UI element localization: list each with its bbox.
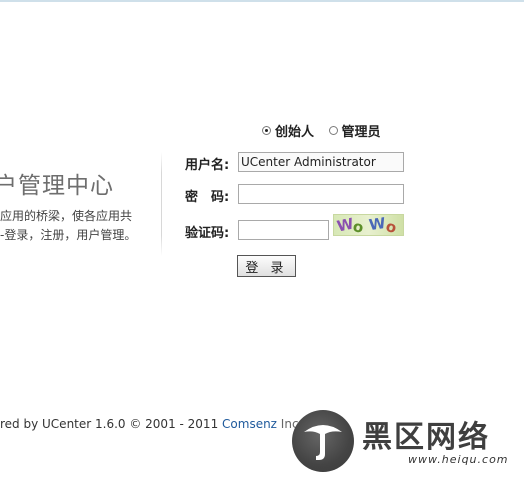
role-founder-label: 创始人 [275, 125, 315, 140]
password-input[interactable] [238, 184, 404, 204]
password-label: 密 码: [185, 190, 230, 205]
intro-description-line-2: -登录，注册，用户管理。 [0, 228, 137, 242]
login-button[interactable]: 登 录 [237, 255, 296, 277]
role-founder-radio[interactable]: 创始人 [262, 121, 314, 140]
captcha-label: 验证码: [185, 226, 230, 241]
footer-brand-link[interactable]: Comsenz [222, 417, 277, 431]
radio-unchecked-icon[interactable] [328, 126, 338, 135]
watermark-url: www.heiqu.com [408, 453, 509, 466]
intro-description-line-1: 应用的桥梁，使各应用共 [0, 209, 133, 223]
radio-checked-icon[interactable] [262, 126, 271, 135]
watermark-text: 黑区网络 [362, 420, 490, 455]
role-admin-radio[interactable]: 管理员 [328, 121, 381, 140]
captcha-input[interactable] [238, 220, 329, 240]
role-admin-label: 管理员 [341, 125, 381, 140]
top-border-line [0, 0, 524, 2]
captcha-char: o [383, 217, 399, 236]
footer-copyright: red by UCenter 1.6.0 © 2001 - 2011 Comse… [0, 417, 302, 431]
username-label: 用户名: [185, 158, 230, 173]
footer-text: red by UCenter 1.6.0 © 2001 - 2011 [0, 417, 223, 431]
role-selector: 创始人 管理员 [262, 121, 391, 140]
vertical-divider [161, 152, 162, 256]
intro-title: 户管理中心 [0, 173, 114, 199]
captcha-char: o [351, 217, 365, 236]
captcha-image[interactable]: W o W o [333, 214, 404, 236]
username-input[interactable] [238, 152, 404, 172]
heiqu-logo-icon [292, 410, 354, 472]
